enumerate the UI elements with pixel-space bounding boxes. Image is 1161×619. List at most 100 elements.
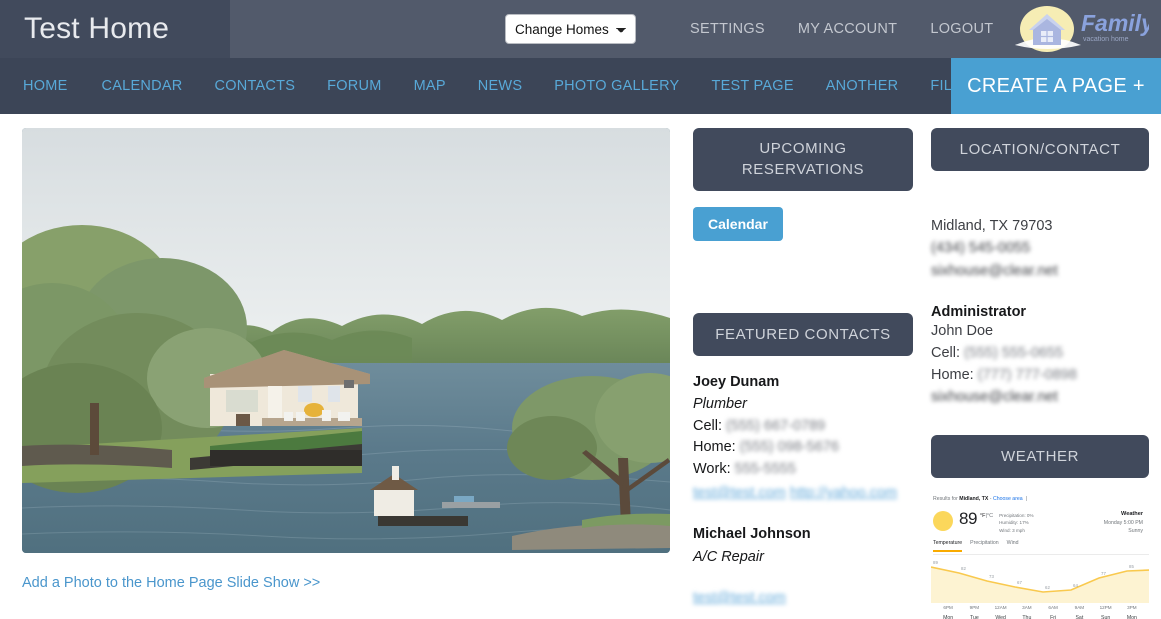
unit-celsius[interactable]: °C	[987, 513, 993, 519]
svg-text:Family: Family	[1081, 10, 1149, 36]
tab-wind[interactable]: Wind	[1007, 540, 1019, 552]
nav-item-calendar[interactable]: CALENDAR	[86, 78, 199, 94]
location-email-link[interactable]: sixhouse@clear.net	[931, 260, 1149, 282]
nav-item-map[interactable]: MAP	[398, 78, 462, 94]
contact-work-value: 555-5555	[734, 460, 796, 477]
chart-point-label: 73	[989, 574, 994, 579]
weather-panel-condition: Sunny	[1128, 527, 1143, 534]
tab-precipitation[interactable]: Precipitation	[970, 540, 999, 552]
hour-label: 6PM	[943, 604, 953, 610]
administrator-label: Administrator	[931, 303, 1027, 320]
contact-name: Joey Dunam	[693, 373, 780, 390]
day-label: Tue	[970, 614, 979, 619]
forecast-day[interactable]: Sun	[1093, 615, 1119, 619]
top-bar: Test Home Change Homes SETTINGS MY ACCOU…	[0, 0, 1161, 58]
weather-heading: WEATHER	[931, 434, 1149, 478]
administrator-cell-value: (555) 555-0655	[964, 344, 1064, 361]
hour-label: 6AM	[1048, 604, 1058, 610]
nav-item-test-page[interactable]: TEST PAGE	[695, 78, 809, 94]
weather-temperature-chart: 89 82 73 67 62 64 77 85	[931, 559, 1149, 603]
add-photo-link[interactable]: Add a Photo to the Home Page Slide Show …	[22, 575, 320, 591]
home-slideshow-photo[interactable]	[22, 128, 670, 553]
forecast-day[interactable]: Tue	[961, 615, 987, 619]
contact-name: Michael Johnson	[693, 526, 811, 543]
hour-label: 9PM	[969, 604, 980, 610]
weather-results-prefix: Results for	[933, 495, 958, 502]
day-label: Sun	[1101, 614, 1111, 619]
logout-link[interactable]: LOGOUT	[930, 21, 993, 37]
house-sun-logo-icon: Family vacation home	[1015, 6, 1149, 52]
featured-contacts-heading: FEATURED CONTACTS	[693, 312, 913, 356]
hour-label: 3AM	[1022, 604, 1032, 610]
right-column: LOCATION/CONTACT Midland, TX 79703 (434)…	[913, 128, 1149, 619]
choose-area-link[interactable]: Choose area	[993, 496, 1023, 502]
calendar-button[interactable]: Calendar	[693, 206, 783, 241]
sun-icon	[933, 510, 953, 531]
nav-item-forum[interactable]: FORUM	[311, 78, 397, 94]
weather-tabs: Temperature Precipitation Wind	[933, 540, 1149, 555]
nav-item-home[interactable]: HOME	[23, 78, 86, 94]
hour-label: 3PM	[1127, 604, 1137, 610]
weather-hour-labels: 6PM 9PM 12AM 3AM 6AM 9AM 12PM 3PM	[931, 605, 1149, 612]
forecast-day[interactable]: Mon	[1119, 615, 1145, 619]
administrator-home-row: Home: (777) 777-0898	[931, 364, 1149, 386]
contact-cell-label: Cell:	[693, 417, 723, 434]
forecast-day[interactable]: Thu	[1014, 615, 1040, 619]
tab-temperature[interactable]: Temperature	[933, 540, 963, 552]
weather-panel-title: Weather	[1121, 510, 1143, 517]
weather-units: °F|°C	[980, 512, 993, 520]
hour-label: 12AM	[994, 604, 1007, 610]
svg-text:vacation home: vacation home	[1083, 36, 1129, 43]
weather-wind: Wind: 3 mph	[999, 527, 1025, 533]
nav-item-another[interactable]: ANOTHER	[810, 78, 915, 94]
location-details: Midland, TX 79703 (434) 545-0055 sixhous…	[931, 215, 1149, 282]
nav-item-photo-gallery[interactable]: PHOTO GALLERY	[538, 78, 695, 94]
weather-panel-info: Weather Monday 5:00 PM Sunny	[1104, 510, 1147, 536]
chart-point-label: 62	[1045, 585, 1050, 590]
my-account-link[interactable]: MY ACCOUNT	[798, 21, 897, 37]
chart-point-label: 89	[933, 560, 938, 565]
contact-email-link[interactable]: test@test.com	[693, 485, 786, 501]
contact-email-link[interactable]: test@test.com	[693, 590, 786, 606]
forecast-day[interactable]: Sat	[1066, 615, 1092, 619]
forecast-day[interactable]: Fri	[1040, 615, 1066, 619]
weather-widget: Results for Midland, TX - Choose area | …	[931, 493, 1149, 619]
administrator-home-label: Home:	[931, 367, 974, 384]
administrator-email-link[interactable]: sixhouse@clear.net	[931, 386, 1149, 408]
day-label: Thu	[1022, 614, 1032, 619]
contact-website-link[interactable]: http://yahoo.com	[790, 485, 897, 501]
hour-label: 12PM	[1099, 604, 1112, 610]
contact-work-label: Work:	[693, 460, 731, 477]
chart-point-label: 77	[1101, 571, 1106, 576]
contact-cell-value: (555) 667-0789	[726, 417, 826, 434]
contact-home-label: Home:	[693, 439, 736, 456]
contact-home-value: (555) 098-5676	[739, 439, 839, 456]
nav-item-contacts[interactable]: CONTACTS	[198, 78, 311, 94]
nav-item-news[interactable]: NEWS	[462, 78, 539, 94]
middle-column: UPCOMING RESERVATIONS Calendar FEATURED …	[683, 128, 913, 619]
chart-point-label: 64	[1073, 583, 1078, 588]
change-homes-select[interactable]: Change Homes	[505, 14, 636, 44]
administrator-home-value: (777) 777-0898	[977, 367, 1077, 384]
contact-links: test@test.com	[693, 590, 913, 606]
chart-point-label: 82	[961, 566, 966, 571]
contact-role: Plumber	[693, 396, 747, 413]
forecast-day[interactable]: Mon	[935, 615, 961, 619]
administrator-name: John Doe	[931, 322, 994, 339]
page-title: Test Home	[24, 12, 170, 45]
administrator-cell-row: Cell: (555) 555-0655	[931, 342, 1149, 364]
brand-logo[interactable]: Family vacation home	[1009, 3, 1149, 53]
address-text: Midland, TX 79703	[931, 218, 1053, 235]
location-contact-heading: LOCATION/CONTACT	[931, 128, 1149, 172]
contact-card: Michael Johnson A/C Repair test@test.com	[693, 523, 913, 606]
contact-cell-row: Cell: (555) 667-0789	[693, 416, 913, 437]
page-content: Add a Photo to the Home Page Slide Show …	[0, 114, 1161, 619]
weather-results-line: Results for Midland, TX - Choose area |	[933, 495, 1027, 502]
administrator-block: Administrator John Doe Cell: (555) 555-0…	[931, 304, 1149, 409]
weather-precipitation: Precipitation: 0%	[999, 512, 1034, 518]
settings-link[interactable]: SETTINGS	[690, 21, 765, 37]
create-a-page-button[interactable]: CREATE A PAGE +	[951, 58, 1161, 114]
chart-point-label: 67	[1017, 580, 1022, 585]
forecast-day[interactable]: Wed	[988, 615, 1014, 619]
